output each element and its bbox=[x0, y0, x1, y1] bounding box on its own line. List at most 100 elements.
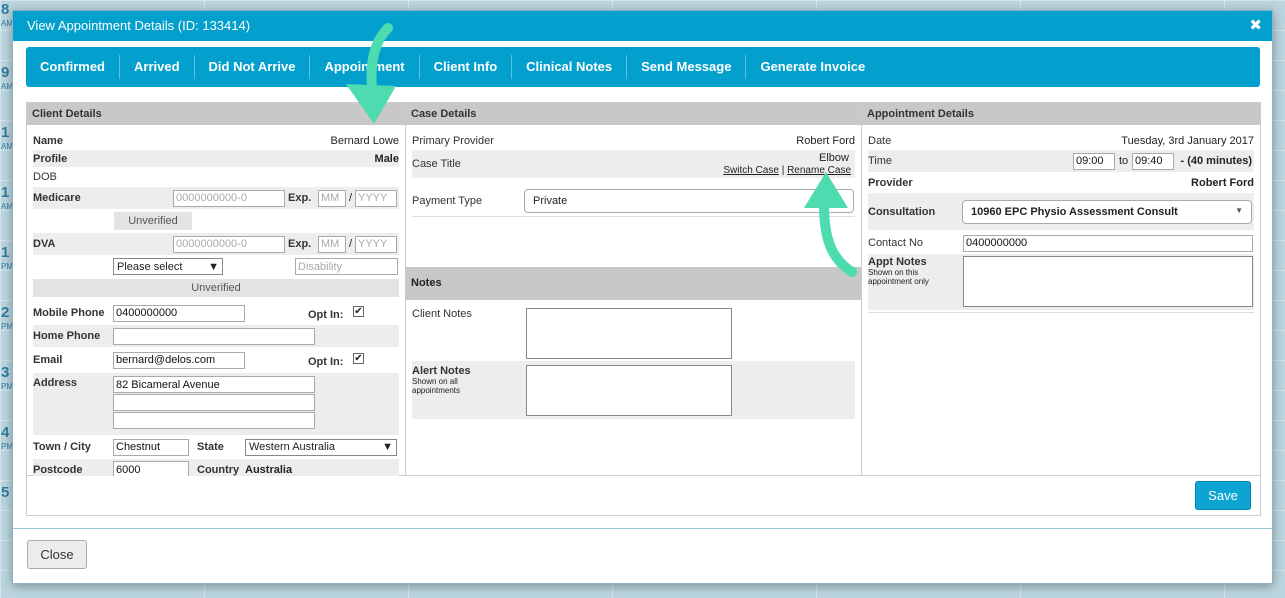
medicare-input[interactable] bbox=[173, 189, 285, 207]
case-details-column: Case Details Primary Provider Robert For… bbox=[406, 103, 862, 475]
tab-generate-invoice[interactable]: Generate Invoice bbox=[746, 55, 879, 79]
provider-label: Provider bbox=[868, 176, 913, 189]
tab-client-info[interactable]: Client Info bbox=[420, 55, 513, 79]
dropdown-arrow-icon: ▼ bbox=[382, 441, 393, 453]
consultation-label: Consultation bbox=[868, 205, 936, 218]
provider-row: Provider Robert Ford bbox=[868, 175, 1254, 190]
calendar-hour-label: 8 bbox=[1, 1, 10, 18]
close-icon[interactable]: ✖ bbox=[1249, 16, 1262, 34]
email-optin-checkbox[interactable]: ✔ bbox=[353, 353, 364, 364]
name-label: Name bbox=[33, 134, 63, 147]
date-row: Date Tuesday, 3rd January 2017 bbox=[868, 133, 1254, 148]
address-label: Address bbox=[33, 377, 78, 389]
medicare-unverified-badge: Unverified bbox=[114, 212, 192, 230]
primary-provider-label: Primary Provider bbox=[412, 134, 494, 147]
client-name-row: Name Bernard Lowe bbox=[33, 133, 399, 148]
appt-notes-textarea[interactable] bbox=[963, 256, 1253, 307]
date-label: Date bbox=[868, 134, 892, 147]
dva-exp-month[interactable] bbox=[318, 235, 346, 253]
rename-case-link[interactable]: Rename Case bbox=[787, 165, 851, 176]
provider-value: Robert Ford bbox=[1191, 176, 1254, 189]
contact-no-input[interactable] bbox=[963, 234, 1253, 252]
state-value: Western Australia bbox=[249, 441, 336, 453]
tab-did-not-arrive[interactable]: Did Not Arrive bbox=[195, 55, 311, 79]
medicare-exp-month[interactable] bbox=[318, 189, 346, 207]
dva-exp-year[interactable] bbox=[355, 235, 397, 253]
disability-input[interactable] bbox=[295, 258, 398, 275]
client-details-header: Client Details bbox=[27, 103, 405, 125]
date-value: Tuesday, 3rd January 2017 bbox=[1121, 134, 1254, 147]
appointment-divider bbox=[868, 312, 1254, 313]
modal-header: View Appointment Details (ID: 133414) ✖ bbox=[13, 11, 1272, 41]
mobile-row: Mobile Phone Opt In: ✔ bbox=[33, 303, 399, 323]
tab-clinical-notes[interactable]: Clinical Notes bbox=[512, 55, 628, 79]
case-title-label: Case Title bbox=[412, 158, 461, 170]
dva-exp-slash: / bbox=[349, 238, 353, 250]
email-input[interactable] bbox=[113, 351, 245, 369]
tab-arrived[interactable]: Arrived bbox=[120, 55, 195, 79]
dva-input[interactable] bbox=[173, 235, 285, 253]
tab-appointment[interactable]: Appointment bbox=[310, 55, 420, 79]
appointment-modal: View Appointment Details (ID: 133414) ✖ … bbox=[12, 10, 1273, 584]
time-to-label: to bbox=[1119, 155, 1129, 167]
mobile-label: Mobile Phone bbox=[33, 307, 105, 319]
time-to-input[interactable] bbox=[1132, 152, 1174, 170]
state-select[interactable]: Western Australia ▼ bbox=[245, 438, 397, 456]
dropdown-arrow-icon: ▼ bbox=[1235, 206, 1243, 215]
case-details-header: Case Details bbox=[406, 103, 861, 125]
notes-header: Notes bbox=[406, 267, 861, 300]
case-links-separator: | bbox=[781, 165, 785, 176]
mobile-input[interactable] bbox=[113, 304, 245, 322]
switch-case-link[interactable]: Switch Case bbox=[723, 165, 779, 176]
address-line3-input[interactable] bbox=[113, 412, 315, 429]
town-input[interactable] bbox=[113, 438, 189, 456]
address-line2-input[interactable] bbox=[113, 394, 315, 411]
home-phone-input[interactable] bbox=[113, 327, 315, 345]
mobile-optin-checkbox[interactable]: ✔ bbox=[353, 306, 364, 317]
case-title-row: Case Title Elbow Switch Case | Rename Ca… bbox=[412, 150, 855, 178]
appt-notes-subtext: Shown on this appointment only bbox=[868, 268, 929, 287]
country-label: Country bbox=[197, 463, 240, 476]
email-optin-label: Opt In: bbox=[308, 356, 344, 368]
client-name: Bernard Lowe bbox=[330, 134, 400, 147]
time-from-input[interactable] bbox=[1073, 152, 1115, 170]
dva-exp-label: Exp. bbox=[288, 238, 312, 250]
contact-no-row: Contact No bbox=[868, 233, 1254, 253]
close-button[interactable]: Close bbox=[27, 540, 87, 569]
medicare-row: Medicare Exp. / bbox=[33, 187, 399, 209]
primary-provider-row: Primary Provider Robert Ford bbox=[412, 133, 855, 148]
details-panel: Client Details Name Bernard Lowe Profile… bbox=[26, 102, 1261, 480]
medicare-exp-year[interactable] bbox=[355, 189, 397, 207]
profile-label: Profile bbox=[33, 152, 68, 165]
contact-no-label: Contact No bbox=[868, 237, 924, 249]
dob-label: DOB bbox=[33, 170, 57, 183]
client-dob-row: DOB bbox=[33, 169, 399, 184]
payment-type-value: Private bbox=[533, 195, 568, 207]
client-gender: Male bbox=[374, 152, 399, 165]
address-row: Address bbox=[33, 373, 399, 435]
payment-type-label: Payment Type bbox=[412, 194, 483, 207]
state-label: State bbox=[197, 441, 224, 453]
case-title-value: Elbow bbox=[819, 152, 849, 164]
alert-notes-textarea[interactable] bbox=[526, 365, 732, 416]
alert-notes-subtext: Shown on all appointments bbox=[412, 377, 461, 396]
payment-type-select[interactable]: Private bbox=[524, 189, 854, 213]
calendar-hour-label: 9 bbox=[1, 64, 10, 81]
dva-type-value: Please select bbox=[117, 260, 183, 273]
town-row: Town / City State Western Australia ▼ bbox=[33, 437, 399, 457]
calendar-hour-label: 3 bbox=[1, 364, 10, 381]
dva-unverified-badge: Unverified bbox=[33, 279, 399, 297]
dropdown-arrow-icon: ▼ bbox=[208, 260, 219, 273]
town-label: Town / City bbox=[33, 441, 91, 453]
dva-type-select[interactable]: Please select ▼ bbox=[113, 258, 223, 275]
appointment-details-column: Appointment Details Date Tuesday, 3rd Ja… bbox=[862, 103, 1260, 475]
client-notes-textarea[interactable] bbox=[526, 308, 732, 359]
address-line1-input[interactable] bbox=[113, 376, 315, 393]
consultation-select[interactable]: 10960 EPC Physio Assessment Consult ▼ bbox=[962, 200, 1252, 224]
consultation-value: 10960 EPC Physio Assessment Consult bbox=[971, 206, 1178, 218]
tab-send-message[interactable]: Send Message bbox=[627, 55, 747, 79]
appt-notes-label: Appt Notes bbox=[868, 256, 927, 268]
save-button[interactable]: Save bbox=[1195, 481, 1251, 510]
medicare-exp-slash: / bbox=[349, 192, 353, 204]
tab-confirmed[interactable]: Confirmed bbox=[26, 55, 120, 79]
